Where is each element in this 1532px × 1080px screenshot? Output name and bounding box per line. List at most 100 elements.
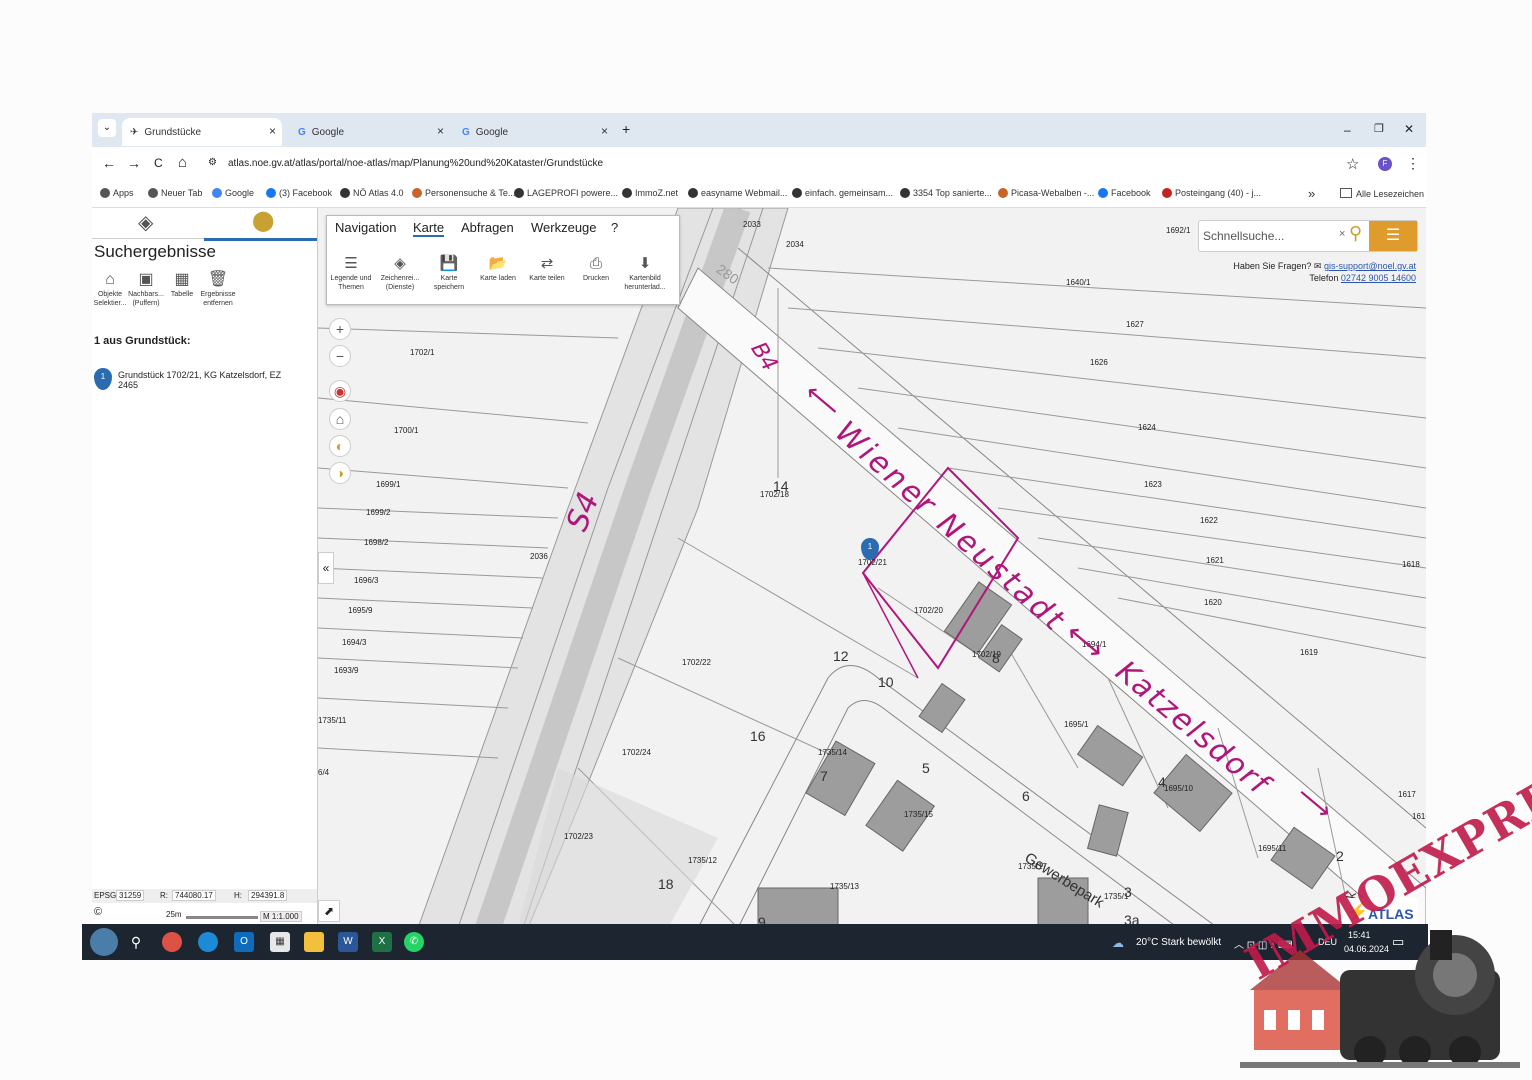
scale-value: M 1:1.000 [260, 911, 302, 922]
next-extent-icon[interactable]: ◑ [329, 462, 351, 484]
tab-strip: ⌄ ✈ Grundstücke × G Google × G Google × … [92, 113, 1426, 147]
map-tool-4[interactable]: ⇄ Karte teilen [525, 254, 569, 283]
search-icon[interactable]: ⚲ [1349, 223, 1362, 244]
panel-tool-0[interactable]: ⌂ Objekte Selektier... [92, 270, 128, 308]
plot-number: 1700/1 [394, 426, 419, 435]
calendar-icon[interactable]: ▦ [270, 932, 290, 952]
house-number: 10 [878, 674, 894, 690]
map-tool-2[interactable]: 💾 Karte speichern [427, 254, 471, 292]
bookmark-label: NÖ Atlas 4.0 [353, 188, 404, 198]
menu-icon[interactable]: ☰ [1369, 221, 1417, 251]
fullscreen-button[interactable]: ⬈ [318, 900, 340, 922]
panel-tool-3[interactable]: 🗑 Ergebnisse entfernen [200, 270, 236, 308]
map-menu-tab-3[interactable]: Werkzeuge [531, 220, 597, 235]
bookmark-item[interactable]: NÖ Atlas 4.0 [340, 188, 404, 198]
bookmark-item[interactable]: 3354 Top sanierte... [900, 188, 992, 198]
bookmark-item[interactable]: Neuer Tab [148, 188, 202, 198]
tab-google-2[interactable]: G Google × [456, 118, 614, 146]
h-value: 294391.8 [248, 890, 288, 901]
close-window-button[interactable]: ✕ [1404, 122, 1414, 136]
locate-icon[interactable]: ◉ [329, 380, 351, 402]
tab-close-icon[interactable]: × [437, 124, 444, 138]
tab-search-button[interactable]: ⌄ [98, 119, 116, 137]
map-menu-tab-1[interactable]: Karte [413, 220, 445, 237]
clear-search-icon[interactable]: × [1339, 228, 1345, 240]
bookmark-item[interactable]: Posteingang (40) - j... [1162, 188, 1261, 198]
bookmark-item[interactable]: Google [212, 188, 254, 198]
panel-tool-2[interactable]: ▦ Tabelle [164, 270, 200, 299]
bookmark-item[interactable]: Picasa-Webalben -... [998, 188, 1094, 198]
site-info-icon[interactable]: ⚙ [208, 157, 217, 168]
start-button[interactable] [90, 928, 118, 956]
home-icon[interactable]: ⌂ [178, 154, 187, 171]
house-number: 3 [1124, 884, 1132, 900]
reload-icon[interactable]: C [154, 156, 163, 170]
search-taskbar-icon[interactable]: ⚲ [126, 932, 146, 952]
tool-icon: 🗑 [207, 271, 229, 288]
all-bookmarks-label: Alle Lesezeichen [1356, 189, 1425, 199]
chrome-icon[interactable] [162, 932, 182, 952]
tab-close-icon[interactable]: × [269, 124, 276, 138]
map-tool-6[interactable]: ⬇ Kartenbild herunterlad... [623, 254, 667, 292]
profile-avatar[interactable]: F [1378, 157, 1392, 171]
bookmarks-more-icon[interactable]: » [1308, 186, 1315, 201]
search-input[interactable]: Schnellsuche... [1203, 229, 1284, 243]
excel-icon[interactable]: X [372, 932, 392, 952]
plot-number: 1640/1 [1066, 278, 1091, 287]
tab-close-icon[interactable]: × [601, 124, 608, 138]
bookmark-favicon-icon [340, 188, 350, 198]
collapse-panel-button[interactable]: « [318, 552, 334, 584]
map-tool-1[interactable]: ◈ Zeichenrei... (Dienste) [378, 254, 422, 292]
result-item[interactable]: 1 Grundstück 1702/21, KG Katzelsdorf, EZ… [92, 368, 312, 408]
map-tool-3[interactable]: 📂 Karte laden [476, 254, 520, 283]
map-menu-tab-2[interactable]: Abfragen [461, 220, 514, 235]
panel-tool-1[interactable]: ▣ Nachbars... (Puffern) [128, 270, 164, 308]
zoom-out-button[interactable]: − [329, 345, 351, 367]
map-tool-5[interactable]: ⎙ Drucken [574, 254, 618, 283]
map-tool-label: Karte laden [480, 275, 516, 282]
tool-icon: ▣ [138, 271, 154, 288]
tab-grundstuecke[interactable]: ✈ Grundstücke × [122, 118, 282, 146]
previous-extent-icon[interactable]: ◐ [329, 435, 351, 457]
bookmark-label: 3354 Top sanierte... [913, 188, 992, 198]
map-menu-tab-4[interactable]: ? [611, 220, 618, 235]
results-tab[interactable]: ⬤ [204, 208, 317, 241]
explorer-icon[interactable] [304, 932, 324, 952]
bookmark-item[interactable]: LAGEPROFI powere... [514, 188, 618, 198]
layers-icon: ◈ [138, 212, 154, 234]
tab-google-1[interactable]: G Google × [292, 118, 450, 146]
bookmark-item[interactable]: Facebook [1098, 188, 1151, 198]
map-menu-tab-0[interactable]: Navigation [335, 220, 396, 235]
home-extent-icon[interactable]: ⌂ [329, 408, 351, 430]
bookmark-item[interactable]: (3) Facebook [266, 188, 332, 198]
minimize-button[interactable]: – [1344, 123, 1351, 137]
address-field[interactable]: ⚙ atlas.noe.gv.at/atlas/portal/noe-atlas… [202, 151, 1362, 177]
new-tab-button[interactable]: + [622, 121, 630, 137]
map-tool-label: Drucken [582, 275, 610, 282]
map-tool-0[interactable]: ☰ Legende und Themen [329, 254, 373, 292]
bookmark-item[interactable]: ImmoZ.net [622, 188, 678, 198]
coordinate-readout: EPSG: 31259 R: 744080.17 H: 294391.8 [92, 889, 317, 903]
bookmark-item[interactable]: easyname Webmail... [688, 188, 787, 198]
zoom-in-button[interactable]: + [329, 318, 351, 340]
bookmark-star-icon[interactable]: ☆ [1346, 155, 1359, 173]
word-icon[interactable]: W [338, 932, 358, 952]
back-icon[interactable]: ← [102, 155, 116, 171]
outlook-icon[interactable]: O [234, 932, 254, 952]
bookmark-item[interactable]: Apps [100, 188, 134, 198]
plot-number: 1696/3 [354, 576, 379, 585]
forward-icon[interactable]: → [127, 155, 141, 171]
location-pin-icon: ⬤ [252, 210, 275, 232]
support-email-link[interactable]: gis-support@noel.gv.at [1324, 261, 1416, 271]
whatsapp-icon[interactable]: ✆ [404, 932, 424, 952]
bookmark-item[interactable]: Personensuche & Te... [412, 188, 515, 198]
maximize-button[interactable]: ❐ [1374, 122, 1384, 135]
edge-icon[interactable] [198, 932, 218, 952]
weather-text[interactable]: 20°C Stark bewölkt [1136, 937, 1221, 948]
bookmark-item[interactable]: einfach. gemeinsam... [792, 188, 893, 198]
phone-link[interactable]: 02742 9005 14600 [1341, 273, 1416, 283]
house-number: 12 [833, 648, 849, 664]
browser-menu-icon[interactable]: ⋮ [1406, 155, 1420, 172]
all-bookmarks-item[interactable]: Alle Lesezeichen [1340, 188, 1424, 199]
layers-tab[interactable]: ◈ [92, 208, 204, 239]
